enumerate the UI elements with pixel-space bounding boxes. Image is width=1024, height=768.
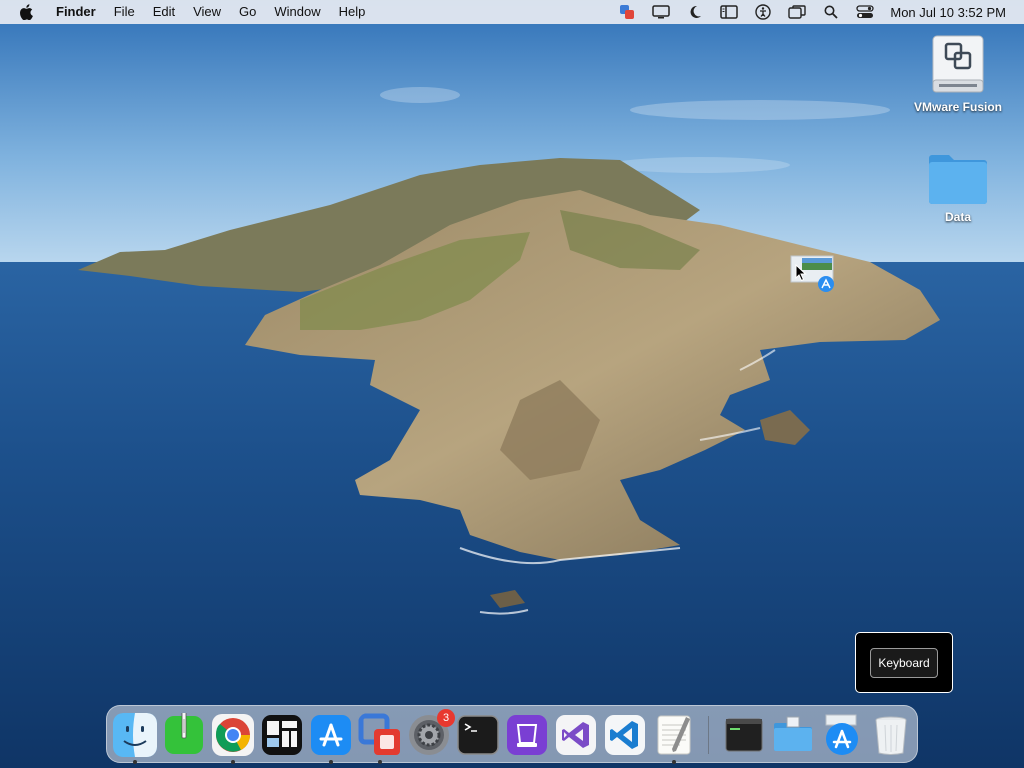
dock-item-trash[interactable] [869,713,913,757]
dock-item-console[interactable] [722,713,766,757]
finder-icon [113,713,157,757]
vmware-icon [358,713,400,755]
running-indicator [672,760,676,764]
folder-icon [774,716,812,751]
dock-item-vscode[interactable] [603,713,647,757]
dock-item-app-store-stack[interactable] [820,713,864,757]
running-indicator [133,760,137,764]
disk-icon [932,35,984,93]
simulator-icon [507,715,547,755]
vscode-icon [605,715,645,755]
accessibility-icon[interactable] [752,0,774,24]
desktop-icon-data[interactable]: Data [908,150,1008,224]
dock-item-finder[interactable] [113,713,157,764]
dock-separator [708,716,709,754]
dock-item-terminal[interactable] [456,713,500,757]
desktop-icon-label: Data [944,210,971,224]
menu-go[interactable]: Go [230,0,265,24]
dock-item-chrome[interactable] [211,713,255,764]
dock-item-downloads-folder[interactable] [771,713,815,757]
dock-item-visual-studio[interactable] [554,713,598,757]
running-indicator [329,760,333,764]
notification-badge: 3 [437,709,455,727]
desktop-icon-vmware-fusion[interactable]: VMware Fusion [908,34,1008,114]
menu-bar: Finder File Edit View Go Window Help Mon… [0,0,1024,24]
menu-file[interactable]: File [105,0,144,24]
dock-item-textedit[interactable] [652,713,696,764]
dashboard-icon [262,715,302,755]
menu-help[interactable]: Help [330,0,375,24]
dock-item-app-store[interactable] [309,713,353,764]
folder-icon [929,155,987,204]
textedit-icon [657,715,691,755]
dock-item-system-preferences[interactable]: 3 [407,709,455,757]
running-indicator [231,760,235,764]
control-center-icon[interactable] [854,0,876,24]
apple-menu-icon[interactable] [16,0,36,24]
visual-studio-icon [556,715,596,755]
dock-item-vmware-fusion[interactable] [358,713,402,764]
running-indicator [378,760,382,764]
menu-window[interactable]: Window [265,0,329,24]
keyboard-hud: Keyboard [855,632,953,693]
menu-bar-clock[interactable]: Mon Jul 10 3:52 PM [882,5,1024,20]
mouse-cursor-icon [795,263,807,287]
desktop-icon-label: VMware Fusion [913,100,1002,114]
search-icon[interactable] [820,0,842,24]
dock-item-script-editor[interactable] [162,711,206,757]
vmware-status-icon[interactable] [616,0,638,24]
sidebar-icon[interactable] [718,0,740,24]
display-icon[interactable] [650,0,672,24]
dock-item-activity-board[interactable] [260,713,304,757]
menu-app-name[interactable]: Finder [52,0,105,24]
menu-edit[interactable]: Edit [144,0,184,24]
terminal-icon [457,715,499,755]
app-store-icon [825,714,858,755]
chrome-icon [212,714,254,756]
dock: 3 [106,705,918,764]
dock-item-simulator[interactable] [505,713,549,757]
trash-icon [875,716,907,755]
menu-view[interactable]: View [184,0,230,24]
script-editor-icon [165,711,203,754]
console-icon [725,718,763,752]
keyboard-button[interactable]: Keyboard [870,647,938,678]
moon-icon[interactable] [684,0,706,24]
screen-mirror-icon[interactable] [786,0,808,24]
app-store-icon [311,715,351,755]
